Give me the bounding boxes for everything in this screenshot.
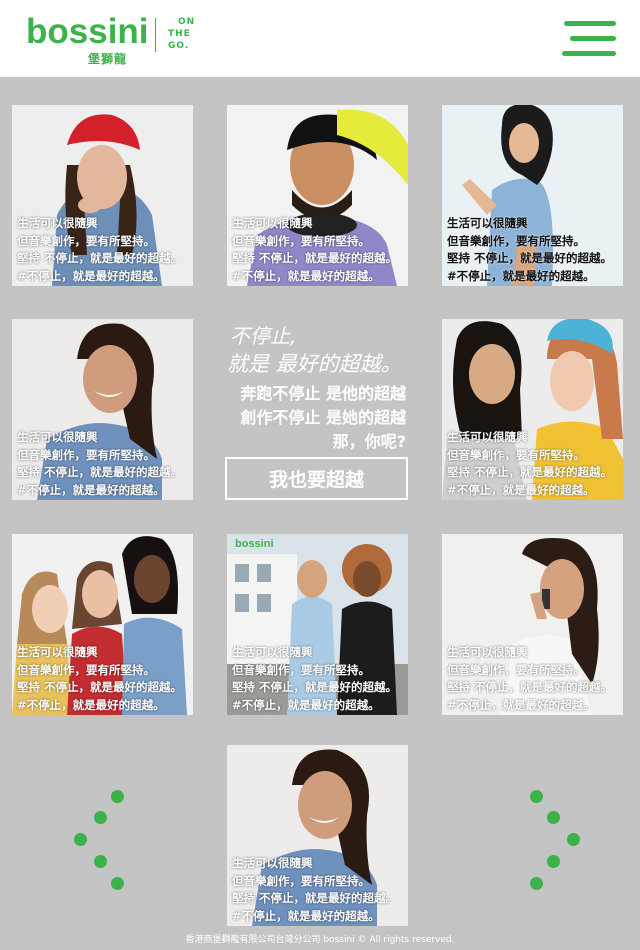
caption-line-3: 堅持 不停止，就是最好的超越。: [447, 251, 613, 265]
caption-line-4: #不停止，就是最好的超越。: [17, 697, 165, 712]
caption-line-1: 生活可以很隨興: [232, 856, 313, 870]
caption-line-2: 但音樂創作，要有所堅持。: [232, 873, 370, 888]
campaign-message: 不停止, 就是 最好的超越。 奔跑不停止 是他的超越 創作不停止 是她的超越 那…: [225, 318, 408, 500]
caption-line-3: 堅持 不停止，就是最好的超越。: [17, 251, 183, 265]
arrow-dot: [530, 790, 543, 803]
tile-caption: 生活可以很隨興 但音樂創作，要有所堅持。 堅持 不停止，就是最好的超越。 #不停…: [17, 429, 193, 499]
bossini-logo-chinese: 堡獅龍: [88, 52, 128, 66]
gallery-tile-1[interactable]: 生活可以很隨興 但音樂創作，要有所堅持。 堅持 不停止，就是最好的超越。 #不停…: [12, 105, 193, 286]
caption-line-1: 生活可以很隨興: [17, 645, 98, 659]
tagline-line-3: GO.: [168, 41, 190, 51]
campaign-heading-2: 就是 最好的超越。: [227, 352, 402, 376]
gallery-tile-3[interactable]: 生活可以很隨興 但音樂創作，要有所堅持。 堅持 不停止，就是最好的超越。 #不停…: [442, 105, 623, 286]
prev-page-arrow-icon[interactable]: [70, 785, 130, 895]
logo-divider: [155, 18, 156, 52]
caption-line-1: 生活可以很隨興: [17, 216, 98, 230]
arrow-dot: [94, 855, 107, 868]
menu-bar-3: [562, 51, 616, 56]
arrow-dot: [530, 877, 543, 890]
caption-line-3: 堅持 不停止，就是最好的超越。: [17, 680, 183, 694]
gallery-tile-7[interactable]: bossini 生活可以很隨興 但音樂創作，要有所堅持。 堅持 不停止，就是最好…: [227, 534, 408, 715]
tile-caption: 生活可以很隨興 但音樂創作，要有所堅持。 堅持 不停止，就是最好的超越。 #不停…: [232, 644, 408, 714]
gallery-tile-9[interactable]: 生活可以很隨興 但音樂創作，要有所堅持。 堅持 不停止，就是最好的超越。 #不停…: [227, 745, 408, 926]
arrow-dot: [94, 811, 107, 824]
caption-line-4: #不停止，就是最好的超越。: [232, 268, 380, 283]
gallery-tile-5[interactable]: 生活可以很隨興 但音樂創作，要有所堅持。 堅持 不停止，就是最好的超越。 #不停…: [442, 319, 623, 500]
caption-line-2: 但音樂創作，要有所堅持。: [17, 662, 155, 677]
caption-line-3: 堅持 不停止，就是最好的超越。: [232, 251, 398, 265]
hamburger-menu-icon[interactable]: [562, 20, 616, 58]
menu-bar-1: [564, 21, 616, 26]
gallery-tile-6[interactable]: 生活可以很隨興 但音樂創作，要有所堅持。 堅持 不停止，就是最好的超越。 #不停…: [12, 534, 193, 715]
tile-caption: 生活可以很隨興 但音樂創作，要有所堅持。 堅持 不停止，就是最好的超越。 #不停…: [17, 644, 193, 714]
caption-line-3: 堅持 不停止，就是最好的超越。: [232, 891, 398, 905]
campaign-line-1: 奔跑不停止 是他的超越: [240, 384, 406, 403]
arrow-dot: [74, 833, 87, 846]
tile-caption: 生活可以很隨興 但音樂創作，要有所堅持。 堅持 不停止，就是最好的超越。 #不停…: [232, 215, 408, 285]
caption-line-3: 堅持 不停止，就是最好的超越。: [447, 680, 613, 694]
caption-line-4: #不停止，就是最好的超越。: [447, 697, 595, 712]
arrow-dot: [111, 877, 124, 890]
tile-caption: 生活可以很隨興 但音樂創作，要有所堅持。 堅持 不停止，就是最好的超越。 #不停…: [232, 855, 408, 925]
caption-line-2: 但音樂創作，要有所堅持。: [447, 662, 585, 677]
caption-line-3: 堅持 不停止，就是最好的超越。: [232, 680, 398, 694]
caption-line-4: #不停止，就是最好的超越。: [447, 268, 595, 283]
caption-line-2: 但音樂創作，要有所堅持。: [447, 233, 585, 248]
caption-line-1: 生活可以很隨興: [17, 430, 98, 444]
caption-line-4: #不停止，就是最好的超越。: [232, 697, 380, 712]
caption-line-1: 生活可以很隨興: [232, 216, 313, 230]
caption-line-1: 生活可以很隨興: [447, 645, 528, 659]
campaign-line-3: 那，你呢?: [332, 432, 406, 451]
gallery-tile-8[interactable]: 生活可以很隨興 但音樂創作，要有所堅持。 堅持 不停止，就是最好的超越。 #不停…: [442, 534, 623, 715]
tile-bossini-logo: bossini: [235, 538, 274, 550]
menu-bar-2: [570, 36, 616, 41]
tagline-line-2: THE: [168, 29, 191, 39]
campaign-line-2: 創作不停止 是她的超越: [240, 408, 406, 427]
gallery-tile-2[interactable]: 生活可以很隨興 但音樂創作，要有所堅持。 堅持 不停止，就是最好的超越。 #不停…: [227, 105, 408, 286]
bossini-logo[interactable]: bossini: [26, 12, 149, 52]
arrow-dot: [547, 855, 560, 868]
caption-line-2: 但音樂創作，要有所堅持。: [17, 233, 155, 248]
arrow-dot: [567, 833, 580, 846]
campaign-heading-1: 不停止,: [230, 324, 297, 348]
site-header: bossini 堡獅龍 ON THE GO.: [0, 0, 640, 77]
caption-line-4: #不停止，就是最好的超越。: [17, 268, 165, 283]
caption-line-1: 生活可以很隨興: [232, 645, 313, 659]
caption-line-4: #不停止，就是最好的超越。: [17, 482, 165, 497]
tile-caption: 生活可以很隨興 但音樂創作，要有所堅持。 堅持 不停止，就是最好的超越。 #不停…: [447, 644, 623, 714]
arrow-dot: [111, 790, 124, 803]
footer-copyright: 香港商堡獅龍有限公司台灣分公司 bossini © All rights res…: [185, 935, 455, 945]
join-challenge-button[interactable]: 我也要超越: [225, 457, 408, 500]
caption-line-4: #不停止，就是最好的超越。: [232, 908, 380, 923]
next-page-arrow-icon[interactable]: [525, 785, 585, 895]
tile-caption: 生活可以很隨興 但音樂創作，要有所堅持。 堅持 不停止，就是最好的超越。 #不停…: [447, 215, 623, 285]
arrow-dot: [547, 811, 560, 824]
caption-line-1: 生活可以很隨興: [447, 216, 528, 230]
caption-line-4: #不停止，就是最好的超越。: [447, 482, 595, 497]
caption-line-2: 但音樂創作，要有所堅持。: [232, 662, 370, 677]
caption-line-2: 但音樂創作，要有所堅持。: [232, 233, 370, 248]
gallery-tile-4[interactable]: 生活可以很隨興 但音樂創作，要有所堅持。 堅持 不停止，就是最好的超越。 #不停…: [12, 319, 193, 500]
caption-line-2: 但音樂創作，要有所堅持。: [17, 447, 155, 462]
caption-line-3: 堅持 不停止，就是最好的超越。: [447, 465, 613, 479]
on-the-go-tagline: ON THE GO.: [168, 16, 202, 52]
tagline-line-1: ON: [178, 17, 196, 27]
caption-line-3: 堅持 不停止，就是最好的超越。: [17, 465, 183, 479]
caption-line-2: 但音樂創作，要有所堅持。: [447, 447, 585, 462]
caption-line-1: 生活可以很隨興: [447, 430, 528, 444]
tile-caption: 生活可以很隨興 但音樂創作，要有所堅持。 堅持 不停止，就是最好的超越。 #不停…: [17, 215, 193, 285]
tile-caption: 生活可以很隨興 但音樂創作，要有所堅持。 堅持 不停止，就是最好的超越。 #不停…: [447, 429, 623, 499]
